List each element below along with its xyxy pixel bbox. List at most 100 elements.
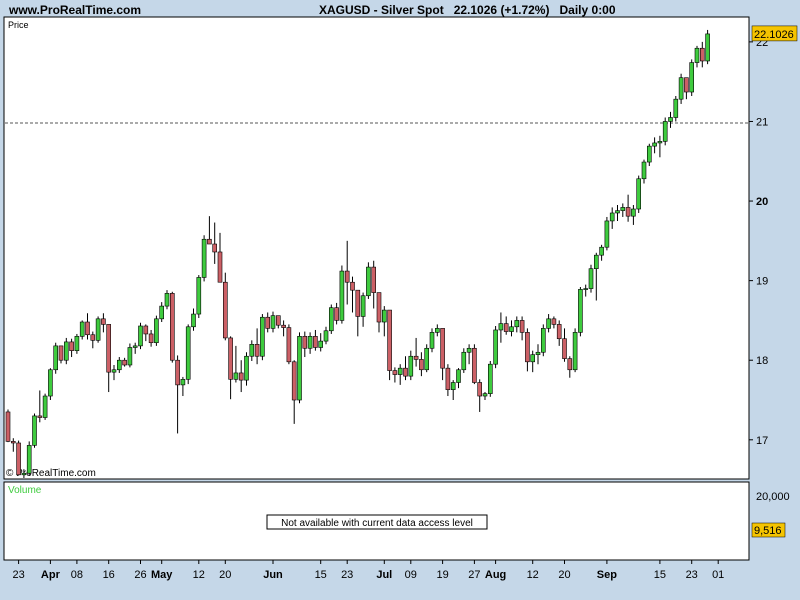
candle-body-up xyxy=(111,369,117,373)
x-tick-label: 15 xyxy=(654,569,666,581)
candle-body-up xyxy=(514,320,520,328)
candle-body-down xyxy=(58,345,64,361)
candle-body-up xyxy=(678,77,684,100)
candle-body-up xyxy=(26,445,32,474)
x-tick-label: 12 xyxy=(193,569,205,581)
x-tick-label: 27 xyxy=(468,569,480,581)
x-tick-label: 09 xyxy=(405,569,417,581)
candle-body-down xyxy=(207,238,212,245)
candle-body-down xyxy=(350,281,355,291)
candle-body-down xyxy=(334,307,339,321)
candle-body-up xyxy=(466,347,472,353)
last-price-tag-text: 22.1026 xyxy=(754,29,794,41)
candle-body-up xyxy=(366,266,371,297)
candle xyxy=(662,117,668,146)
candle-body-up xyxy=(578,289,583,333)
price-chart[interactable]: Price © ProRealTime.com Volume Not avail… xyxy=(0,0,800,600)
candle-body-down xyxy=(551,318,557,325)
candle xyxy=(32,413,37,448)
candle-body-down xyxy=(254,343,260,357)
candle-body-up xyxy=(323,330,329,342)
candle-body-up xyxy=(498,323,504,331)
x-tick-label: 15 xyxy=(315,569,327,581)
candle xyxy=(201,235,207,282)
candle xyxy=(578,286,583,337)
candle-body-down xyxy=(170,293,175,361)
candle-body-down xyxy=(625,207,631,217)
candle xyxy=(472,344,477,385)
candle-body-up xyxy=(535,351,541,355)
candle-body-down xyxy=(122,359,127,366)
candle xyxy=(387,309,392,381)
candle xyxy=(297,332,302,404)
x-tick-label: 23 xyxy=(341,569,353,581)
candle-body-up xyxy=(360,295,366,317)
candle-body-up xyxy=(599,246,604,256)
candle xyxy=(487,361,493,397)
candle xyxy=(53,342,59,374)
candle xyxy=(461,348,467,373)
candle-body-down xyxy=(228,337,233,380)
y-tick-label: 19 xyxy=(756,276,768,288)
candle-body-up xyxy=(397,367,403,375)
candle-body-up xyxy=(689,62,695,93)
candle-body-up xyxy=(641,161,647,180)
candle-body-down xyxy=(503,323,509,332)
candle-body-up xyxy=(583,288,589,290)
y-tick-label: 20 xyxy=(756,196,768,208)
candle-body-down xyxy=(101,318,106,325)
candle-body-up xyxy=(21,472,27,476)
candle-body-down xyxy=(313,336,318,348)
candle xyxy=(678,73,684,104)
candle xyxy=(540,324,546,357)
candle-body-up xyxy=(546,318,551,329)
candle-body-down xyxy=(85,321,90,336)
x-tick-label: Jul xyxy=(376,569,392,581)
candle-body-up xyxy=(530,354,536,363)
candle-body-up xyxy=(270,315,276,329)
candle-body-up xyxy=(662,121,668,142)
candle-body-up xyxy=(244,355,249,381)
candle-body-up xyxy=(540,328,546,353)
candle-body-down xyxy=(223,281,228,339)
candle-body-up xyxy=(159,305,164,320)
candle-body-down xyxy=(525,332,530,363)
candle-body-up xyxy=(487,363,493,394)
candle-body-down xyxy=(265,316,271,329)
candle-body-up xyxy=(381,309,387,323)
candle-body-up xyxy=(42,395,48,418)
candle-body-up xyxy=(185,326,191,380)
candle-body-down xyxy=(37,415,43,418)
candle xyxy=(170,291,175,363)
candle xyxy=(64,337,69,365)
candle-body-up xyxy=(705,33,710,62)
candle-body-up xyxy=(434,328,440,333)
candle-body-up xyxy=(132,345,138,348)
candle xyxy=(260,314,265,361)
candle xyxy=(95,316,101,343)
candle-body-down xyxy=(562,338,567,359)
price-panel[interactable] xyxy=(3,16,750,480)
candle-body-up xyxy=(64,341,69,361)
candle xyxy=(286,324,292,365)
candle-body-up xyxy=(79,321,85,337)
candle xyxy=(16,440,21,476)
candle-body-up xyxy=(668,117,673,122)
candle xyxy=(196,275,202,319)
volume-axis-label: 20,000 xyxy=(756,491,790,503)
candle-body-up xyxy=(572,332,578,371)
candle-body-up xyxy=(138,325,143,347)
x-tick-label: 12 xyxy=(527,569,539,581)
candle-body-down xyxy=(148,333,154,344)
y-tick-label: 18 xyxy=(756,355,768,367)
candle-body-down xyxy=(556,324,562,340)
x-tick-label: 19 xyxy=(436,569,448,581)
candle-body-up xyxy=(593,254,599,269)
candle xyxy=(493,325,498,369)
x-tick-label: 20 xyxy=(558,569,570,581)
candle-body-up xyxy=(117,359,122,371)
candle-body-up xyxy=(620,207,626,211)
candle-body-up xyxy=(154,318,159,344)
candle-body-down xyxy=(16,442,21,476)
candle-body-down xyxy=(143,325,149,335)
